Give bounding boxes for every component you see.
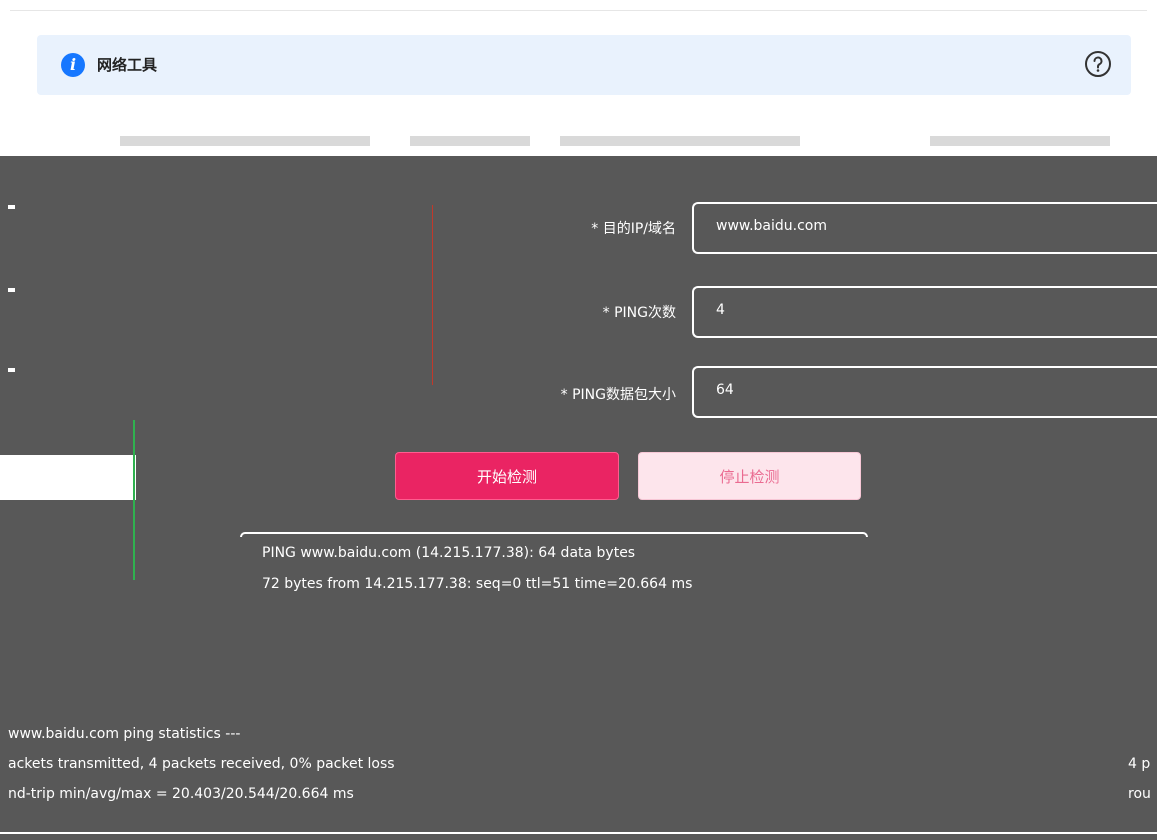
stats-fragment: 4 p [1128, 756, 1151, 772]
target-input[interactable]: www.baidu.com [692, 202, 1157, 254]
target-value: www.baidu.com [716, 218, 827, 234]
count-value: 4 [716, 302, 725, 318]
help-icon[interactable] [1084, 50, 1112, 78]
size-label: * PING数据包大小 [560, 387, 676, 403]
divider-green [133, 420, 135, 580]
result-box-border [240, 532, 868, 537]
page-title: 网络工具 [97, 56, 158, 74]
divider-red [432, 205, 433, 385]
stats-line: www.baidu.com ping statistics --- [8, 726, 241, 742]
stop-button[interactable]: 停止检测 [638, 452, 861, 500]
marker [8, 205, 15, 209]
garbled-tab-strip [0, 128, 1157, 156]
info-icon: i [61, 53, 85, 77]
count-label: * PING次数 [602, 305, 676, 321]
marker [8, 368, 15, 372]
bottom-border [0, 832, 1157, 834]
info-banner: i 网络工具 [37, 35, 1131, 95]
size-value: 64 [716, 382, 734, 398]
left-panel-fragment [0, 455, 136, 500]
marker [8, 288, 15, 292]
start-button[interactable]: 开始检测 [395, 452, 619, 500]
stats-fragment: rou [1128, 786, 1151, 802]
size-input[interactable]: 64 [692, 366, 1157, 418]
stats-line: nd-trip min/avg/max = 20.403/20.544/20.6… [8, 786, 354, 802]
output-line: 72 bytes from 14.215.177.38: seq=0 ttl=5… [262, 576, 693, 592]
output-line: PING www.baidu.com (14.215.177.38): 64 d… [262, 545, 636, 561]
count-input[interactable]: 4 [692, 286, 1157, 338]
stats-line: ackets transmitted, 4 packets received, … [8, 756, 395, 772]
target-label: * 目的IP/域名 [591, 221, 676, 237]
